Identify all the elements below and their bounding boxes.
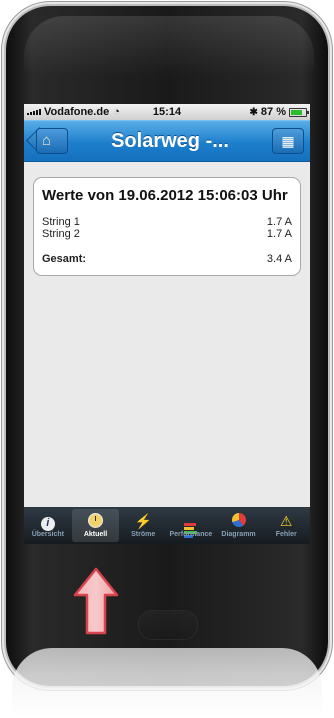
value-row-string-2: String 2 1.7 A: [42, 228, 292, 240]
battery-percent: 87 %: [260, 106, 286, 118]
tab-diagramm[interactable]: Diagramm: [215, 507, 263, 544]
tab-bar: i Übersicht Aktuell ⚡ Ströme Performance…: [24, 507, 310, 544]
highlight-arrow: [73, 567, 119, 635]
pie-chart-icon: [231, 513, 246, 527]
tab-fehler[interactable]: ⚠ Fehler: [262, 507, 310, 544]
total-value: 3.4 A: [266, 253, 292, 265]
values-card: Werte von 19.06.2012 15:06:03 Uhr String…: [33, 177, 301, 276]
bluetooth-icon: ✱: [249, 106, 258, 118]
calendar-clock-icon: ▦: [281, 132, 295, 149]
battery-icon: [289, 107, 309, 117]
value-row-string-1: String 1 1.7 A: [42, 216, 292, 228]
row-value: 1.7 A: [266, 228, 292, 240]
status-bar: Vodafone.de ◔ 15:14 ✱ 87 %: [24, 104, 310, 120]
info-icon: i: [40, 516, 55, 531]
tab-label: Fehler: [275, 531, 297, 538]
tab-label: Übersicht: [31, 531, 64, 538]
tab-performance[interactable]: Performance: [167, 507, 215, 544]
calendar-button[interactable]: ▦: [272, 128, 304, 154]
wifi-icon: ◔: [113, 106, 120, 118]
home-hardware-button[interactable]: [138, 610, 198, 640]
home-icon: ⌂: [42, 132, 52, 149]
phone-screen: Vodafone.de ◔ 15:14 ✱ 87 % ⌂ Solarweg -.…: [24, 104, 310, 544]
phone-glare: [24, 16, 314, 76]
home-back-button[interactable]: ⌂: [26, 127, 68, 154]
total-label: Gesamt:: [42, 253, 87, 265]
clock-icon: [88, 513, 103, 528]
tab-uebersicht[interactable]: i Übersicht: [24, 507, 72, 544]
tab-aktuell[interactable]: Aktuell: [71, 509, 120, 542]
navigation-bar: ⌂ Solarweg -... ▦: [24, 120, 310, 162]
page-title: Solarweg -...: [111, 129, 229, 152]
row-label: String 2: [42, 228, 80, 240]
tab-label: Performance: [169, 531, 213, 538]
values-heading: Werte von 19.06.2012 15:06:03 Uhr: [42, 187, 288, 204]
tab-label: Diagramm: [221, 531, 256, 538]
row-value: 1.7 A: [266, 216, 292, 228]
warning-icon: ⚠: [279, 513, 293, 529]
main-content: Werte von 19.06.2012 15:06:03 Uhr String…: [24, 162, 310, 291]
signal-icon: [27, 109, 41, 115]
carrier-name: Vodafone.de: [44, 106, 110, 118]
row-label: String 1: [42, 216, 80, 228]
tab-stroeme[interactable]: ⚡ Ströme: [119, 507, 167, 544]
tab-label: Aktuell: [83, 531, 108, 538]
tab-label: Ströme: [131, 531, 156, 538]
phone-reflection: [12, 648, 322, 718]
bolt-icon: ⚡: [134, 513, 152, 529]
value-row-total: Gesamt: 3.4 A: [42, 253, 292, 265]
